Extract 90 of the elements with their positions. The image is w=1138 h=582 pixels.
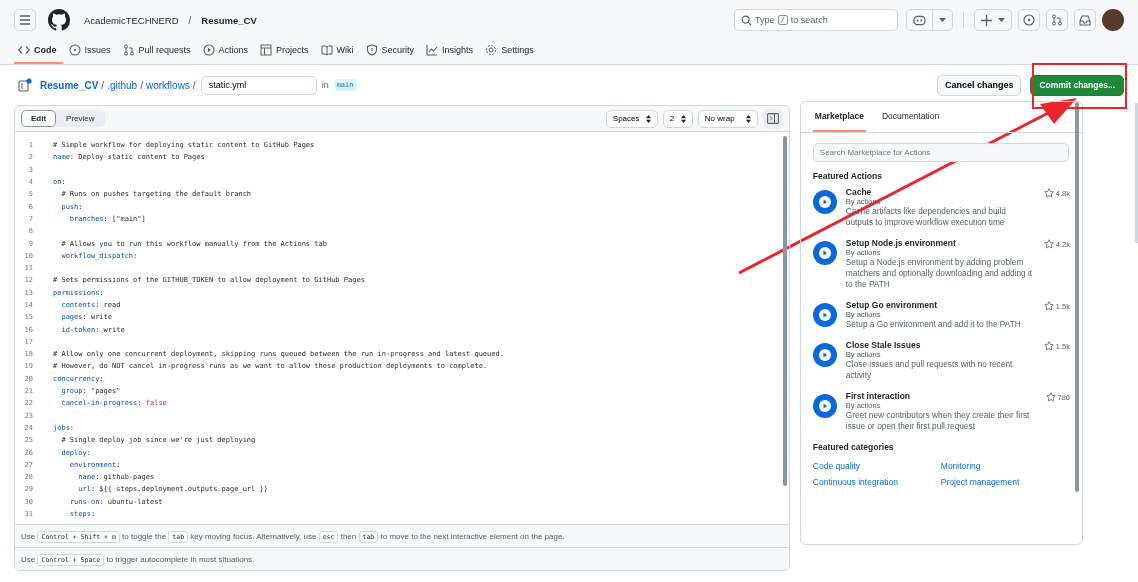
side-panel-icon bbox=[766, 113, 779, 124]
repo-tab[interactable]: Issues bbox=[64, 38, 117, 64]
create-new-button[interactable] bbox=[974, 9, 1012, 32]
action-name-link[interactable]: Cache bbox=[845, 187, 1035, 197]
repo-tab[interactable]: Security bbox=[361, 38, 421, 64]
circle-dot-icon bbox=[1023, 14, 1035, 27]
in-label: in bbox=[321, 80, 329, 90]
wrap-mode-select[interactable]: No wrap bbox=[697, 109, 758, 128]
path-separator: / bbox=[188, 14, 192, 26]
table-icon bbox=[260, 44, 273, 57]
section-heading: Featured Actions bbox=[812, 171, 883, 181]
play-icon bbox=[812, 190, 837, 214]
repo-link[interactable]: Resume_CV bbox=[201, 14, 257, 26]
scrollbar[interactable] bbox=[1135, 103, 1138, 243]
path-separator: / bbox=[140, 79, 143, 91]
category-link[interactable]: Code quality bbox=[812, 461, 941, 471]
sort-arrows-icon bbox=[745, 114, 751, 123]
play-icon bbox=[812, 394, 837, 418]
copilot-button[interactable] bbox=[906, 9, 953, 32]
avatar[interactable] bbox=[1102, 9, 1124, 32]
category-link[interactable]: Project management bbox=[940, 477, 1069, 487]
play-icon bbox=[812, 343, 837, 367]
mode-tab[interactable]: Preview bbox=[56, 110, 105, 127]
code-icon bbox=[18, 44, 30, 57]
indent-size-select[interactable]: 2 bbox=[662, 109, 693, 128]
issues-button[interactable] bbox=[1018, 9, 1040, 32]
panel-tab[interactable]: Marketplace bbox=[812, 102, 866, 132]
breadcrumb-link[interactable]: workflows bbox=[145, 79, 190, 91]
action-name-link[interactable]: First interaction bbox=[845, 391, 1036, 401]
toggle-panel-button[interactable] bbox=[762, 108, 783, 129]
action-description: Setup a Node.js environment by adding problem matchers and optionally downloading and adding it to the PATH bbox=[845, 257, 1034, 290]
shield-icon bbox=[365, 44, 378, 57]
sort-arrows-icon bbox=[680, 114, 686, 123]
star-icon bbox=[1043, 188, 1054, 198]
book-icon bbox=[320, 44, 333, 57]
scrollbar[interactable] bbox=[1075, 102, 1079, 492]
mode-tab[interactable]: Edit bbox=[21, 110, 57, 127]
action-description: Setup a Go environment and add it to the PATH bbox=[845, 319, 1022, 330]
action-description: Greet new contributors when they create their first issue or open their first pull request bbox=[845, 410, 1031, 432]
caret-icon bbox=[998, 17, 1005, 23]
indent-mode-select[interactable]: Spaces bbox=[605, 109, 658, 128]
action-name-link[interactable]: Close Stale Issues bbox=[845, 340, 1035, 350]
octocat-logo-icon[interactable] bbox=[48, 9, 70, 32]
circle-dot-icon bbox=[68, 44, 81, 57]
pull-requests-button[interactable] bbox=[1046, 9, 1068, 32]
menu-button[interactable] bbox=[14, 9, 36, 32]
action-description: Close issues and pull requests with no recent activity bbox=[845, 359, 1014, 381]
section-heading: Featured categories bbox=[812, 442, 895, 452]
play-icon bbox=[812, 303, 837, 327]
action-name-link[interactable]: Setup Node.js environment bbox=[845, 238, 1035, 248]
repo-tab[interactable]: Settings bbox=[481, 38, 540, 64]
cancel-changes-button[interactable]: Cancel changes bbox=[936, 74, 1022, 96]
repo-tab[interactable]: Code bbox=[14, 38, 63, 64]
menu-icon bbox=[19, 15, 31, 26]
graph-icon bbox=[426, 44, 439, 57]
action-name-link[interactable]: Setup Go environment bbox=[845, 300, 1035, 310]
path-separator: / bbox=[192, 79, 196, 91]
caret-icon bbox=[939, 17, 946, 23]
play-icon bbox=[812, 241, 837, 265]
star-icon bbox=[1045, 392, 1056, 402]
star-icon bbox=[1043, 239, 1054, 249]
star-icon bbox=[1043, 301, 1054, 311]
category-link[interactable]: Continuous integration bbox=[812, 477, 941, 487]
filename-field[interactable]: static.yml bbox=[200, 75, 317, 95]
repo-tab[interactable]: Projects bbox=[256, 38, 315, 64]
scrollbar[interactable] bbox=[782, 136, 787, 486]
breadcrumb-link[interactable]: .github bbox=[107, 79, 138, 91]
search-icon bbox=[741, 14, 752, 26]
repo-tab[interactable]: Pull requests bbox=[118, 38, 197, 64]
repo-tab[interactable]: Insights bbox=[422, 38, 480, 64]
pull-request-icon bbox=[1051, 14, 1063, 27]
repo-tab[interactable]: Actions bbox=[198, 38, 255, 64]
category-link[interactable]: Monitoring bbox=[940, 461, 1069, 471]
pull-request-icon bbox=[122, 44, 135, 57]
star-icon bbox=[1043, 341, 1054, 351]
commit-changes-button[interactable]: Commit changes... bbox=[1030, 74, 1124, 96]
inbox-button[interactable] bbox=[1074, 9, 1096, 32]
inbox-icon bbox=[1079, 14, 1091, 26]
sort-arrows-icon bbox=[645, 114, 651, 123]
path-separator: / bbox=[101, 79, 105, 91]
plus-icon bbox=[981, 14, 992, 26]
file-tree-toggle-icon[interactable] bbox=[18, 78, 32, 92]
breadcrumb-link[interactable]: Resume_CV bbox=[40, 79, 99, 91]
marketplace-search-field[interactable]: Search Marketplace for Actions bbox=[812, 143, 1069, 162]
robot-face-icon bbox=[913, 14, 926, 27]
repo-tab[interactable]: Wiki bbox=[316, 38, 360, 64]
play-icon bbox=[202, 44, 215, 57]
owner-link[interactable]: AcademicTECHNERD bbox=[84, 14, 179, 26]
gear-icon bbox=[485, 44, 498, 57]
panel-tab[interactable]: Documentation bbox=[879, 102, 942, 132]
